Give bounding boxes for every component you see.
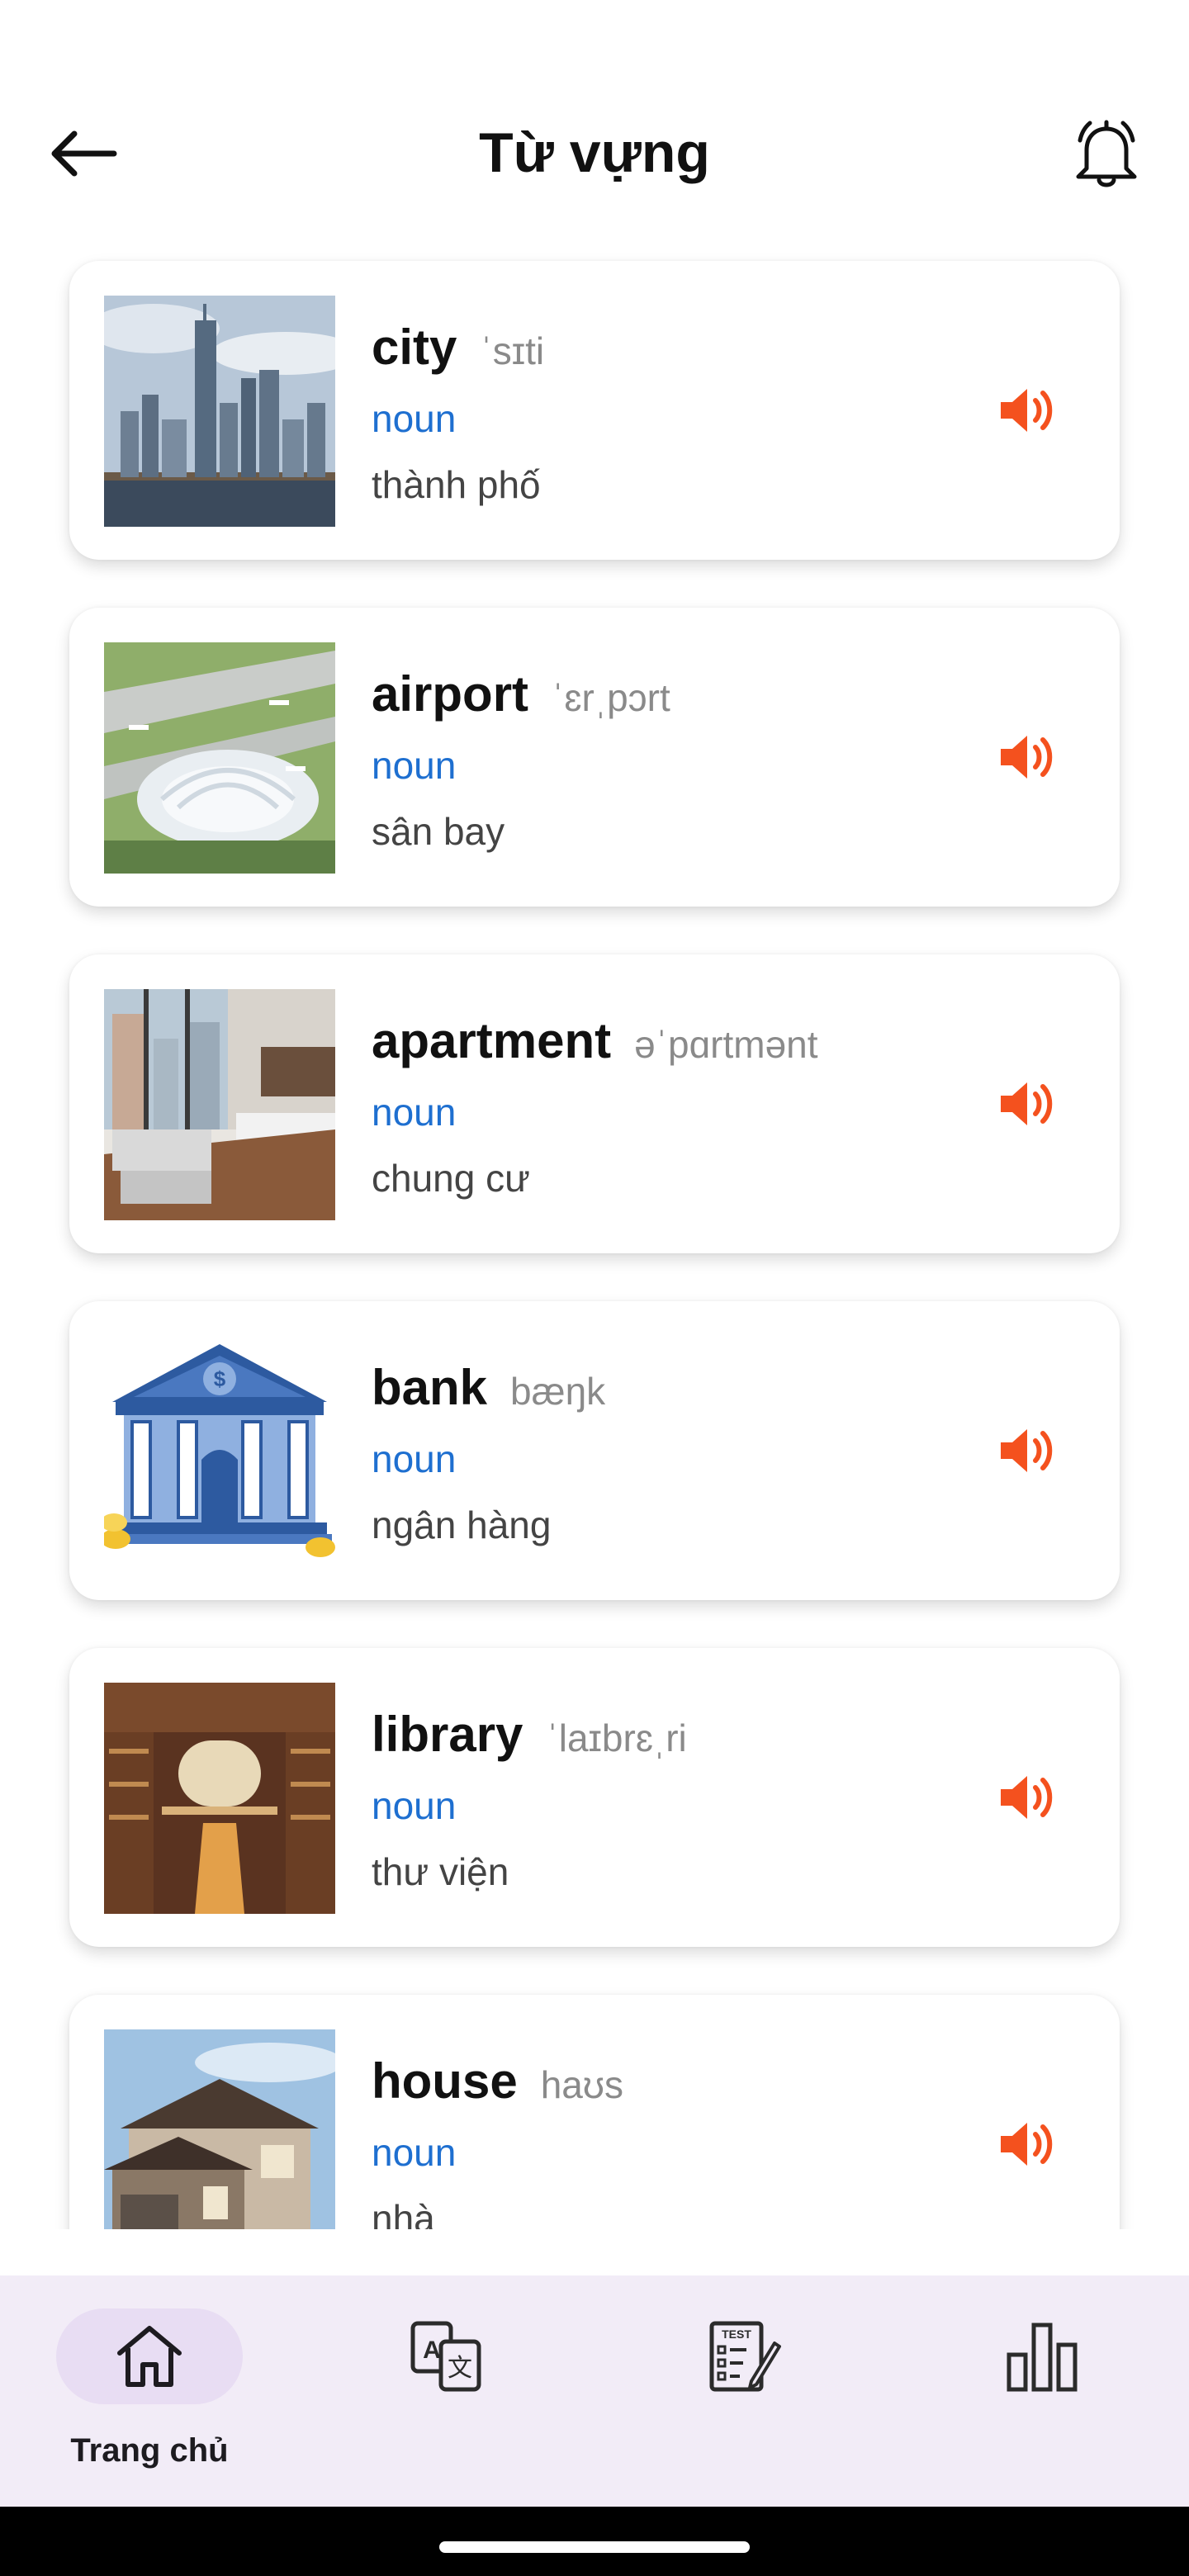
- vocab-meaning: sân bay: [372, 810, 505, 853]
- vocab-meaning: chung cư: [372, 1157, 530, 1200]
- vocab-meaning: nhà: [372, 2197, 435, 2229]
- vocab-pronunciation: əˈpɑrtmənt: [634, 1023, 818, 1066]
- word-line: house haʊs: [372, 2053, 623, 2110]
- word-line: city ˈsɪti: [372, 319, 544, 376]
- vocab-word: city: [372, 320, 457, 375]
- speaker-icon: [1001, 1776, 1053, 1819]
- home-icon: [117, 2326, 182, 2387]
- vocab-pronunciation: ˈlaɪbrɛˌri: [546, 1717, 687, 1759]
- vocab-pronunciation: ˈɛrˌpɔrt: [552, 676, 670, 719]
- speaker-icon: [1001, 1429, 1053, 1472]
- word-line: airport ˈɛrˌpɔrt: [372, 665, 670, 722]
- vocabulary-list[interactable]: city ˈsɪti noun thành phố airport ˈɛrˌpɔ…: [0, 231, 1189, 2229]
- vocab-card[interactable]: city ˈsɪti noun thành phố: [69, 261, 1120, 560]
- svg-text:TEST: TEST: [722, 2327, 751, 2341]
- vocab-word: house: [372, 2053, 518, 2109]
- nav-item-test[interactable]: TEST: [619, 2308, 867, 2490]
- vocab-part-of-speech: noun: [372, 397, 457, 440]
- vocab-part-of-speech: noun: [372, 1091, 457, 1134]
- nav-item-stats[interactable]: [918, 2308, 1166, 2490]
- vocab-card[interactable]: house haʊs noun nhà: [69, 1995, 1120, 2229]
- top-app-bar: Từ vựng: [0, 0, 1189, 231]
- library-hall-image: [104, 1683, 335, 1914]
- speaker-icon: [1001, 2123, 1053, 2166]
- test-icon: TEST: [709, 2321, 781, 2392]
- svg-text:A: A: [423, 2337, 441, 2364]
- vocab-word: apartment: [372, 1013, 612, 1068]
- play-audio-button[interactable]: [978, 1054, 1077, 1153]
- play-audio-button[interactable]: [978, 1401, 1077, 1500]
- speaker-icon: [1001, 389, 1053, 432]
- vocab-word: airport: [372, 666, 529, 722]
- vocab-word: library: [372, 1707, 523, 1762]
- bar-chart-icon: [1007, 2323, 1078, 2392]
- nav-item-translate[interactable]: A 文: [322, 2308, 570, 2490]
- vocab-word: bank: [372, 1360, 488, 1415]
- page-title: Từ vựng: [479, 121, 710, 184]
- vocab-meaning: thư viện: [372, 1850, 509, 1893]
- notifications-button[interactable]: [1060, 107, 1153, 200]
- vocab-card[interactable]: library ˈlaɪbrɛˌri noun thư viện: [69, 1648, 1120, 1947]
- vocab-card[interactable]: airport ˈɛrˌpɔrt noun sân bay: [69, 608, 1120, 907]
- play-audio-button[interactable]: [978, 2095, 1077, 2194]
- vocab-card[interactable]: $ bank bæŋk noun ngân hàng: [69, 1301, 1120, 1600]
- word-line: library ˈlaɪbrɛˌri: [372, 1706, 687, 1763]
- vocab-card[interactable]: apartment əˈpɑrtmənt noun chung cư: [69, 954, 1120, 1253]
- vocab-part-of-speech: noun: [372, 2131, 457, 2174]
- nav-item-home[interactable]: Trang chủ: [23, 2308, 271, 2490]
- play-audio-button[interactable]: [978, 361, 1077, 460]
- vocab-meaning: thành phố: [372, 463, 541, 506]
- speaker-icon: [1001, 1082, 1053, 1125]
- nav-label-home: Trang chủ: [70, 2432, 229, 2469]
- airport-aerial-image: [104, 642, 335, 874]
- svg-text:$: $: [214, 1366, 226, 1391]
- translate-icon: A 文: [410, 2321, 481, 2392]
- vocab-part-of-speech: noun: [372, 1784, 457, 1827]
- vocab-pronunciation: haʊs: [540, 2063, 624, 2106]
- house-exterior-image: [104, 2029, 335, 2229]
- vocab-part-of-speech: noun: [372, 744, 457, 787]
- apartment-interior-image: [104, 989, 335, 1220]
- svg-text:文: 文: [448, 2354, 472, 2383]
- bell-icon: [1076, 120, 1137, 187]
- vocab-pronunciation: bæŋk: [510, 1370, 606, 1413]
- play-audio-button[interactable]: [978, 1748, 1077, 1847]
- city-skyline-image: [104, 296, 335, 527]
- bottom-navigation: Trang chủ A 文 TEST: [0, 2275, 1189, 2507]
- system-gesture-bar: [0, 2507, 1189, 2576]
- bank-building-image: $: [104, 1336, 335, 1567]
- word-line: apartment əˈpɑrtmənt: [372, 1012, 818, 1069]
- speaker-icon: [1001, 736, 1053, 779]
- play-audio-button[interactable]: [978, 708, 1077, 807]
- vocab-part-of-speech: noun: [372, 1437, 457, 1480]
- vocab-meaning: ngân hàng: [372, 1503, 552, 1546]
- home-gesture-handle[interactable]: [439, 2541, 750, 2553]
- word-line: bank bæŋk: [372, 1359, 605, 1416]
- vocab-pronunciation: ˈsɪti: [480, 329, 545, 372]
